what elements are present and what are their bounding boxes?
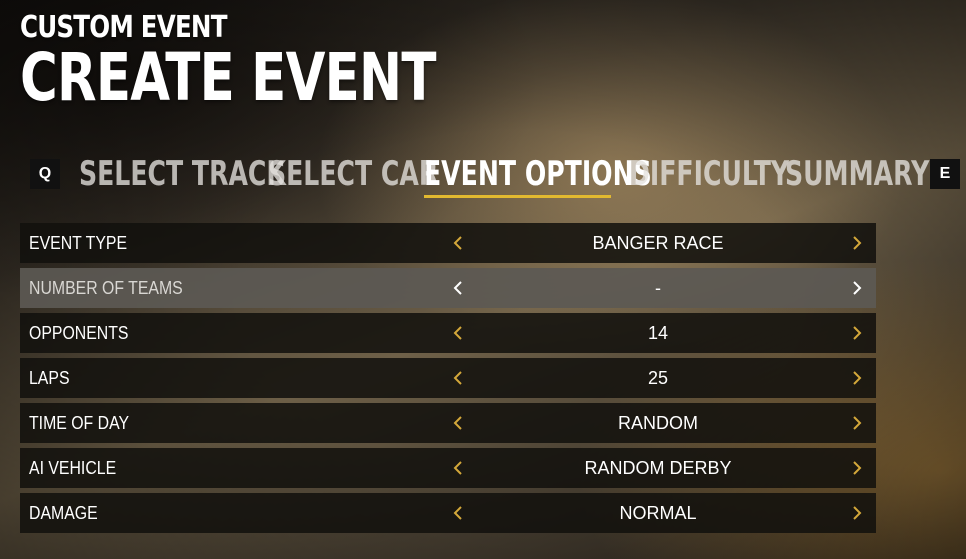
option-value: BANGER RACE [592,232,724,253]
option-value: RANDOM DERBY [584,457,732,478]
chevron-left-icon[interactable] [451,370,467,386]
option-value: - [655,277,661,298]
tab-summary[interactable]: SUMMARY [785,154,929,194]
chevron-right-icon[interactable] [848,280,864,296]
chevron-right-icon[interactable] [848,325,864,341]
active-tab-underline [424,195,611,198]
chevron-left-icon[interactable] [451,460,467,476]
option-value: RANDOM [618,412,698,433]
option-label: DAMAGE [29,502,98,523]
prev-tab-key[interactable]: Q [30,159,60,189]
option-label: NUMBER OF TEAMS [29,277,183,298]
option-value: NORMAL [619,502,697,523]
chevron-right-icon[interactable] [848,505,864,521]
option-label: AI VEHICLE [29,457,117,478]
tab-event-options[interactable]: EVENT OPTIONS [424,154,652,194]
page-title: CREATE EVENT [20,39,436,116]
chevron-right-icon[interactable] [848,460,864,476]
option-label: EVENT TYPE [29,232,128,253]
tab-select-car[interactable]: SELECT CAR [268,154,438,194]
option-row-laps[interactable]: LAPS 25 [20,358,876,398]
chevron-left-icon[interactable] [451,325,467,341]
option-row-number-of-teams[interactable]: NUMBER OF TEAMS - [20,268,876,308]
tab-difficulty[interactable]: DIFFICULTY [629,154,789,194]
option-row-ai-vehicle[interactable]: AI VEHICLE RANDOM DERBY [20,448,876,488]
chevron-right-icon[interactable] [848,415,864,431]
tab-select-track[interactable]: SELECT TRACK [79,154,286,194]
option-value: 14 [647,322,669,343]
option-row-opponents[interactable]: OPPONENTS 14 [20,313,876,353]
option-label: OPPONENTS [29,322,129,343]
chevron-right-icon[interactable] [848,235,864,251]
chevron-left-icon[interactable] [451,280,467,296]
option-label: TIME OF DAY [29,412,130,433]
chevron-left-icon[interactable] [451,415,467,431]
option-row-damage[interactable]: DAMAGE NORMAL [20,493,876,533]
option-label: LAPS [29,367,70,388]
next-tab-key[interactable]: E [930,159,960,189]
chevron-left-icon[interactable] [451,505,467,521]
chevron-right-icon[interactable] [848,370,864,386]
option-row-event-type[interactable]: EVENT TYPE BANGER RACE [20,223,876,263]
chevron-left-icon[interactable] [451,235,467,251]
option-row-time-of-day[interactable]: TIME OF DAY RANDOM [20,403,876,443]
option-value: 25 [647,367,669,388]
event-options-list: EVENT TYPE BANGER RACE NUMBER OF TEAMS -… [20,223,876,538]
